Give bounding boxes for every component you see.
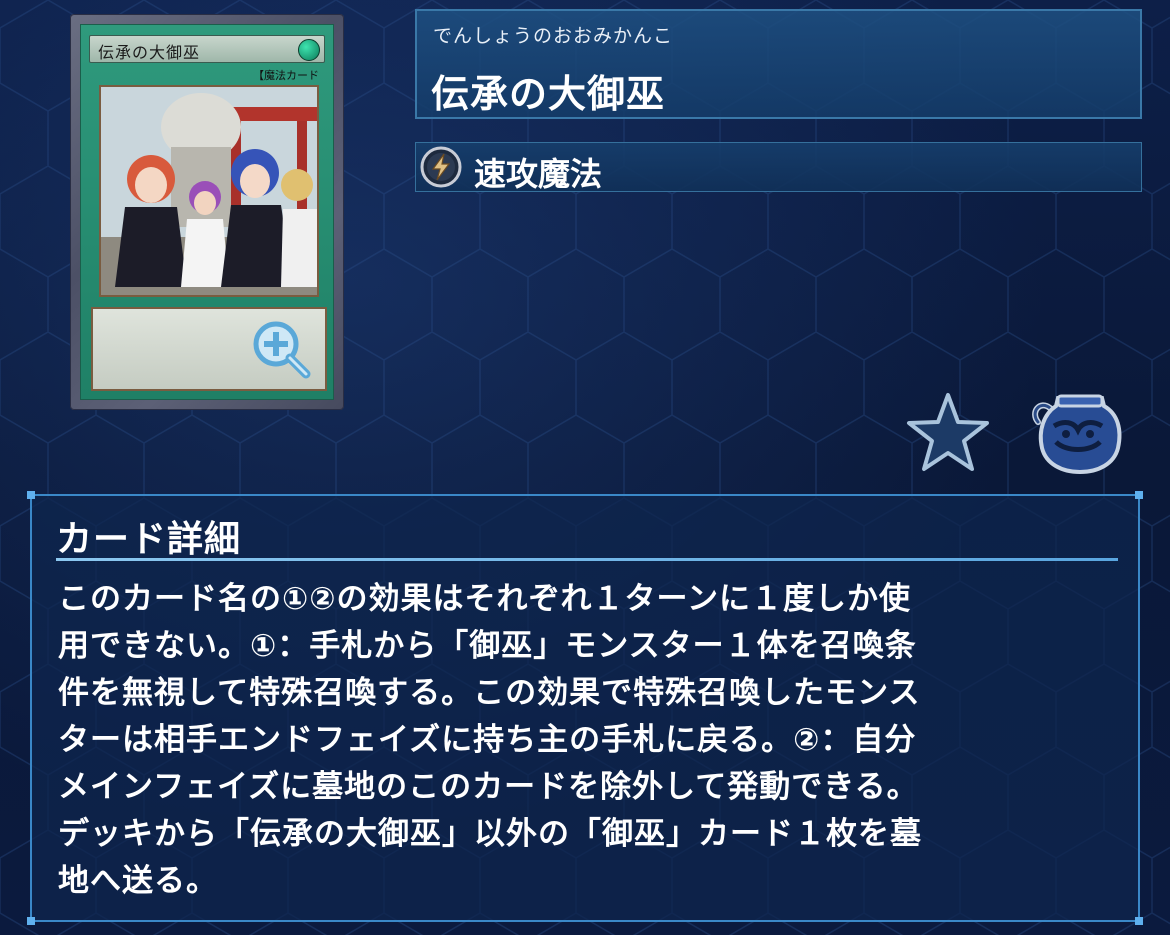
- effect-text-line: このカード名の①②の効果はそれぞれ１ターンに１度しか使: [58, 581, 911, 617]
- card-type-label: 速攻魔法: [474, 155, 603, 193]
- detail-title: カード詳細: [56, 519, 242, 560]
- card-effect-text: このカード名の①②の効果はそれぞれ１ターンに１度しか使 用できない。①：手札から…: [58, 576, 1120, 905]
- card-image-name: 伝承の大御巫: [98, 43, 201, 62]
- card-detail-panel: カード詳細 このカード名の①②の効果はそれぞれ１ターンに１度しか使 用できない。…: [27, 491, 1143, 925]
- card-name-panel: でんしょうのおおみかんこ 伝承の大御巫: [415, 9, 1142, 119]
- panel-corner-marker: [27, 917, 35, 925]
- card-name: 伝承の大御巫: [431, 72, 666, 116]
- panel-corner-marker: [1135, 491, 1143, 499]
- panel-corner-marker: [27, 491, 35, 499]
- panel-corner-marker: [1135, 917, 1143, 925]
- effect-text-line: ターは相手エンドフェイズに持ち主の手札に戻る。②：自分: [58, 722, 917, 758]
- effect-text-line: デッキから「伝承の大御巫」以外の「御巫」カード１枚を墓: [58, 816, 922, 852]
- quick-play-spell-icon: [420, 146, 462, 188]
- effect-text-line: 件を無視して特殊召喚する。この効果で特殊召喚したモンス: [58, 675, 921, 711]
- card-image[interactable]: 伝承の大御巫 【魔法カード: [70, 14, 344, 410]
- card-type-panel: 速攻魔法: [415, 142, 1142, 193]
- effect-text-line: 地へ送る。: [58, 863, 218, 899]
- pot-of-greed-icon[interactable]: [1030, 392, 1126, 476]
- detail-divider: [56, 558, 1118, 561]
- spell-attribute-icon: [298, 39, 320, 61]
- card-name-bar: 伝承の大御巫: [89, 35, 325, 63]
- card-image-type: 【魔法カード: [253, 69, 319, 82]
- card-artwork: [99, 85, 319, 297]
- effect-text-line: 用できない。①：手札から「御巫」モンスター１体を召喚条: [58, 628, 917, 664]
- star-icon[interactable]: [906, 392, 990, 472]
- zoom-in-magnifier-icon[interactable]: [252, 320, 312, 380]
- card-name-reading: でんしょうのおおみかんこ: [433, 25, 674, 47]
- effect-text-line: メインフェイズに墓地のこのカードを除外して発動できる。: [58, 769, 919, 805]
